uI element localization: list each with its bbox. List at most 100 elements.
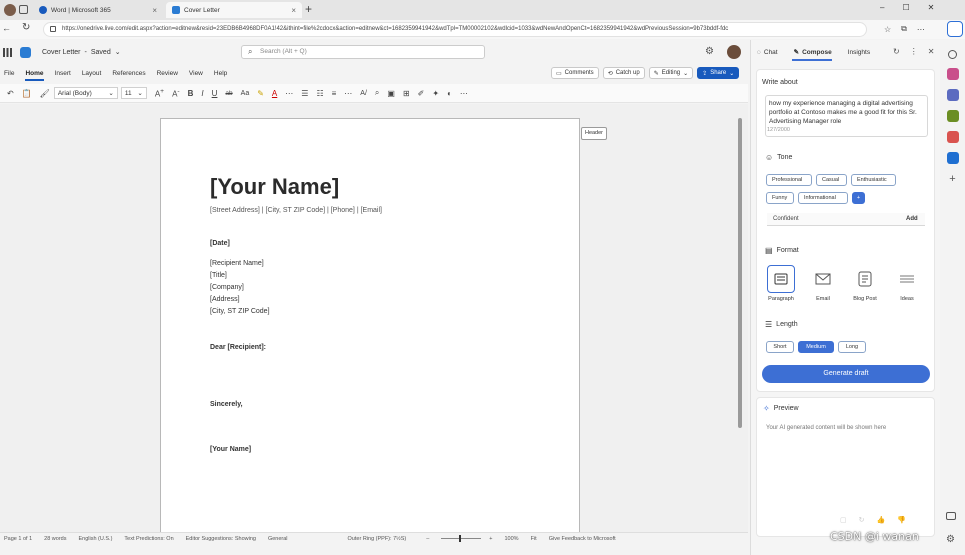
word-count[interactable]: 28 words — [44, 536, 66, 542]
refresh-icon[interactable]: ↻ — [893, 47, 900, 56]
doc-company[interactable]: [Company] — [210, 284, 244, 291]
bullets-icon[interactable]: ☰ — [301, 89, 308, 98]
strikethrough-icon[interactable]: ab — [225, 90, 232, 97]
zoom-level[interactable]: 100% — [505, 536, 519, 542]
numbering-icon[interactable]: ☷ — [316, 89, 323, 98]
tab-insert[interactable]: Insert — [55, 70, 71, 77]
close-tab-icon[interactable]: × — [152, 6, 157, 15]
shopping-icon[interactable] — [946, 68, 959, 80]
copy-icon[interactable]: ▢ — [840, 516, 847, 524]
tab-compose[interactable]: ✎ Compose — [794, 48, 832, 57]
games-icon[interactable] — [946, 110, 959, 122]
insert-image-icon[interactable]: ▣ — [387, 89, 395, 98]
italic-icon[interactable]: I — [201, 89, 203, 98]
vertical-scrollbar[interactable] — [738, 118, 742, 428]
back-icon[interactable]: ← — [2, 23, 11, 33]
tone-casual[interactable]: Casual — [816, 174, 847, 186]
undo-icon[interactable]: ↶ — [7, 89, 14, 98]
header-tag[interactable]: Header — [581, 127, 607, 140]
length-medium[interactable]: Medium — [798, 341, 834, 353]
collections-icon[interactable]: ⧉ — [901, 24, 907, 34]
regenerate-icon[interactable]: ↻ — [859, 516, 865, 524]
more-options-icon[interactable]: ⋮ — [910, 47, 918, 56]
outlook-icon[interactable] — [946, 152, 959, 164]
url-bar[interactable]: https://onedrive.live.com/edit.aspx?acti… — [43, 22, 867, 37]
find-icon[interactable]: ⌕ — [375, 88, 379, 98]
align-icon[interactable]: ≡ — [332, 89, 337, 98]
more-font-icon[interactable]: ⋯ — [285, 89, 293, 98]
font-name-select[interactable]: Arial (Body) ⌄ — [53, 87, 118, 99]
paragraph-more-icon[interactable]: ⋯ — [344, 89, 352, 98]
tone-professional[interactable]: Professional — [766, 174, 812, 186]
tab-home[interactable]: Home — [25, 70, 44, 81]
catchup-button[interactable]: ⟲ Catch up — [602, 67, 645, 79]
minimize-icon[interactable]: – — [880, 3, 884, 12]
doc-date[interactable]: [Date] — [210, 240, 230, 247]
doc-your-name-heading[interactable]: [Your Name] — [210, 174, 339, 200]
zoom-in-icon[interactable]: + — [489, 536, 492, 542]
add-sidebar-app-icon[interactable]: + — [947, 173, 959, 185]
generate-draft-button[interactable]: Generate draft — [762, 365, 930, 383]
doc-recipient-title[interactable]: [Title] — [210, 272, 227, 279]
comments-button[interactable]: ▭ Comments — [551, 67, 599, 79]
doc-recipient-name[interactable]: [Recipient Name] — [210, 260, 264, 267]
new-tab-button[interactable]: + — [305, 2, 312, 16]
search-icon[interactable] — [948, 50, 957, 59]
doc-closing[interactable]: Sincerely, — [210, 401, 243, 408]
editor-icon[interactable]: ✐ — [418, 89, 425, 98]
doc-salutation[interactable]: Dear [Recipient]: — [210, 344, 266, 351]
styles-icon[interactable]: A/ — [360, 90, 367, 97]
tab-view[interactable]: View — [189, 70, 203, 77]
editing-button[interactable]: ✎ Editing ⌄ — [648, 67, 694, 79]
tone-informational[interactable]: Informational — [798, 192, 848, 204]
sidebar-settings-icon[interactable]: ⚙ — [946, 534, 955, 545]
close-panel-icon[interactable]: ✕ — [928, 47, 935, 56]
tab-cover-letter[interactable]: Cover Letter × — [166, 2, 302, 18]
tools-icon[interactable] — [946, 89, 959, 101]
tab-insights[interactable]: Insights — [848, 49, 870, 56]
sensitivity-general[interactable]: General — [268, 536, 288, 542]
profile-avatar[interactable] — [4, 4, 16, 16]
font-size-select[interactable]: 11 ⌄ — [120, 87, 147, 99]
tab-chat[interactable]: ◌ Chat — [757, 49, 778, 56]
zoom-slider[interactable] — [441, 535, 482, 542]
close-window-icon[interactable]: ✕ — [928, 3, 935, 12]
tone-funny[interactable]: Funny — [766, 192, 794, 204]
share-button[interactable]: ⇪ Share ⌄ — [697, 67, 740, 79]
doc-address[interactable]: [Address] — [210, 296, 240, 303]
more-icon[interactable]: ⋯ — [917, 25, 925, 34]
doc-title-area[interactable]: Cover Letter - Saved ⌄ — [42, 48, 121, 57]
format-paragraph[interactable]: Paragraph — [764, 265, 798, 302]
maximize-icon[interactable]: ☐ — [902, 3, 909, 12]
custom-tone-add-button[interactable]: Add — [906, 216, 918, 222]
doc-signature[interactable]: [Your Name] — [210, 446, 251, 453]
clipboard-icon[interactable]: 📋 — [22, 89, 32, 98]
close-tab-icon[interactable]: × — [291, 6, 296, 15]
font-color-icon[interactable]: A — [272, 89, 277, 98]
length-long[interactable]: Long — [838, 341, 866, 353]
format-email[interactable]: Email — [806, 265, 840, 302]
doc-contact-line[interactable]: [Street Address] | [City, ST ZIP Code] |… — [210, 207, 382, 214]
change-case-icon[interactable]: Aa — [241, 90, 250, 97]
tab-file[interactable]: File — [4, 70, 14, 77]
designer-icon[interactable]: ✦ — [432, 89, 439, 98]
format-painter-icon[interactable]: 🖌 — [40, 89, 50, 98]
refresh-icon[interactable]: ↻ — [22, 22, 30, 33]
search-input[interactable]: ⌕ Search (Alt + Q) — [241, 45, 485, 59]
underline-icon[interactable]: U — [212, 89, 218, 98]
fit-button[interactable]: Fit — [531, 536, 537, 542]
add-tone-button[interactable]: + — [852, 192, 865, 204]
accessibility-icon[interactable]: ◐ — [447, 89, 452, 98]
tab-layout[interactable]: Layout — [82, 70, 102, 77]
tab-review[interactable]: Review — [157, 70, 178, 77]
tab-word-microsoft-365[interactable]: Word | Microsoft 365 × — [33, 2, 163, 18]
workspaces-icon[interactable] — [19, 5, 28, 14]
feedback-link[interactable]: Give Feedback to Microsoft — [549, 536, 616, 542]
favorites-icon[interactable]: ☆ — [884, 25, 891, 34]
layout-options-icon[interactable]: ⊞ — [403, 89, 410, 98]
split-screen-icon[interactable] — [946, 512, 956, 520]
settings-gear-icon[interactable]: ⚙ — [705, 46, 714, 57]
tab-help[interactable]: Help — [214, 70, 227, 77]
text-predictions[interactable]: Text Predictions: On — [124, 536, 173, 542]
length-short[interactable]: Short — [766, 341, 794, 353]
